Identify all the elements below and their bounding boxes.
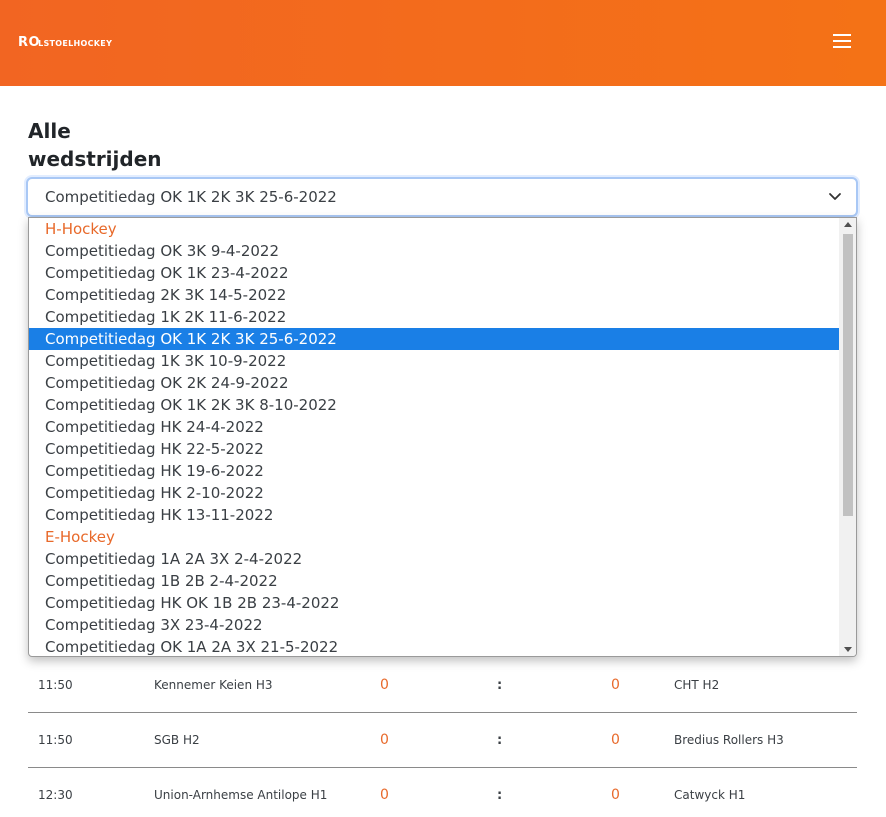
- dropdown-option[interactable]: Competitiedag HK OK 1B 2B 23-4-2022: [29, 592, 839, 614]
- scroll-thumb[interactable]: [843, 234, 853, 516]
- away-team: Bredius Rollers H3: [674, 733, 784, 747]
- dropdown-option[interactable]: Competitiedag OK 3K 9-4-2022: [29, 240, 839, 262]
- dropdown-option[interactable]: Competitiedag OK 1K 23-4-2022: [29, 262, 839, 284]
- dropdown-option[interactable]: Competitiedag HK 22-5-2022: [29, 438, 839, 460]
- dropdown-option[interactable]: Competitiedag 1K 3K 10-9-2022: [29, 350, 839, 372]
- dropdown-option[interactable]: Competitiedag OK 1A 2A 3X 21-5-2022: [29, 636, 839, 656]
- dropdown-list: H-Hockey Competitiedag OK 3K 9-4-2022 Comp…: [29, 218, 856, 656]
- score-separator: :: [497, 678, 503, 693]
- dropdown-option[interactable]: Competitiedag HK 24-4-2022: [29, 416, 839, 438]
- home-score: 0: [380, 732, 389, 748]
- away-score: 0: [611, 787, 620, 803]
- dropdown-option[interactable]: Competitiedag 1A 2A 3X 2-4-2022: [29, 548, 839, 570]
- hamburger-menu-icon[interactable]: [830, 34, 854, 52]
- home-score: 0: [380, 787, 389, 803]
- dropdown-scrollbar[interactable]: [839, 218, 856, 656]
- page-title: Alle wedstrijden: [28, 119, 162, 171]
- scroll-down-icon[interactable]: [844, 647, 852, 652]
- away-team: Catwyck H1: [674, 788, 746, 802]
- score-separator: :: [497, 733, 503, 748]
- away-score: 0: [611, 732, 620, 748]
- site-logo[interactable]: RO LSTOELHOCKEY: [18, 33, 112, 51]
- match-time: 11:50: [38, 733, 73, 747]
- away-score: 0: [611, 677, 620, 693]
- score-separator: :: [497, 788, 503, 803]
- dropdown-option[interactable]: Competitiedag HK 19-6-2022: [29, 460, 839, 482]
- dropdown-option[interactable]: Competitiedag OK 1K 2K 3K 25-6-2022: [29, 328, 839, 350]
- match-time: 11:50: [38, 678, 73, 692]
- logo-prefix: RO: [18, 34, 41, 50]
- dropdown-option[interactable]: Competitiedag HK 13-11-2022: [29, 504, 839, 526]
- dropdown-option[interactable]: Competitiedag 3X 23-4-2022: [29, 614, 839, 636]
- scroll-up-icon[interactable]: [844, 222, 852, 227]
- competition-day-dropdown[interactable]: H-Hockey Competitiedag OK 3K 9-4-2022 Comp…: [28, 217, 857, 657]
- match-row[interactable]: 11:50 Kennemer Keien H3 0: 0 CHT H2: [28, 658, 857, 713]
- home-team: SGB H2: [154, 733, 200, 747]
- dropdown-group-label: E-Hockey: [45, 528, 115, 546]
- dropdown-option[interactable]: Competitiedag 2K 3K 14-5-2022: [29, 284, 839, 306]
- dropdown-option[interactable]: Competitiedag 1K 2K 11-6-2022: [29, 306, 839, 328]
- home-team: Kennemer Keien H3: [154, 678, 273, 692]
- select-value: Competitiedag OK 1K 2K 3K 25-6-2022: [45, 188, 337, 206]
- competition-day-select[interactable]: Competitiedag OK 1K 2K 3K 25-6-2022: [26, 177, 858, 217]
- logo-text: LSTOELHOCKEY: [38, 39, 113, 48]
- dropdown-option[interactable]: Competitiedag OK 2K 24-9-2022: [29, 372, 839, 394]
- match-row[interactable]: 11:50 SGB H2 0: 0 Bredius Rollers H3: [28, 713, 857, 768]
- home-team: Union-Arnhemse Antilope H1: [154, 788, 328, 802]
- dropdown-option[interactable]: Competitiedag 1B 2B 2-4-2022: [29, 570, 839, 592]
- away-team: CHT H2: [674, 678, 720, 692]
- chevron-down-icon: [829, 193, 841, 200]
- site-header: RO LSTOELHOCKEY: [0, 0, 886, 86]
- dropdown-option[interactable]: Competitiedag HK 2-10-2022: [29, 482, 839, 504]
- match-row[interactable]: 12:30 Union-Arnhemse Antilope H1 0: 0 Catwyc…: [28, 768, 857, 817]
- match-time: 12:30: [38, 788, 73, 802]
- dropdown-group-label: H-Hockey: [45, 220, 117, 238]
- dropdown-option[interactable]: Competitiedag OK 1K 2K 3K 8-10-2022: [29, 394, 839, 416]
- home-score: 0: [380, 677, 389, 693]
